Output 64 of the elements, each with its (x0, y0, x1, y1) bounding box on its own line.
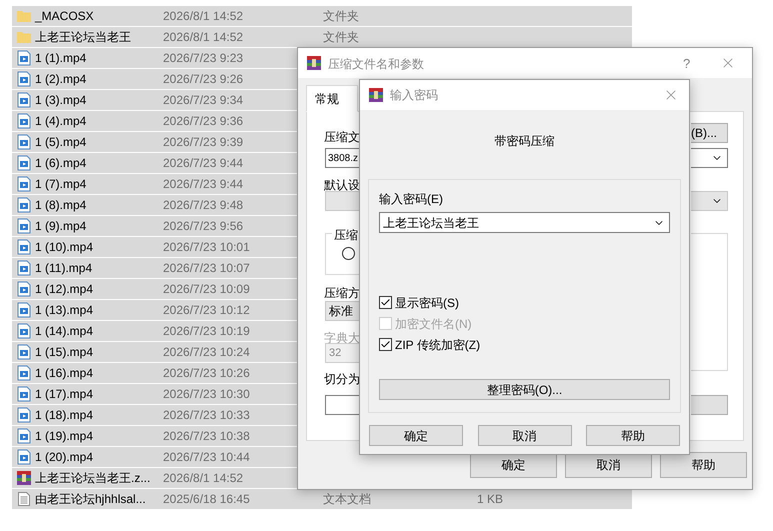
window-title: 压缩文件名和参数 (328, 56, 424, 73)
file-name: 1 (12).mp4 (35, 282, 94, 296)
file-name: _MACOSX (35, 9, 94, 23)
file-name: 1 (15).mp4 (35, 345, 94, 359)
file-date: 2026/7/23 9:44 (163, 156, 244, 170)
file-type: 文本文档 (323, 492, 371, 506)
password-value: 上老王论坛当老王 (383, 214, 480, 232)
field-label: 默认设 (324, 177, 360, 194)
file-date: 2026/7/23 9:48 (163, 198, 244, 212)
file-name: 1 (6).mp4 (35, 156, 86, 170)
file-date: 2026/7/23 10:38 (163, 429, 250, 443)
file-name: 1 (14).mp4 (35, 324, 94, 338)
file-date: 2026/7/23 10:19 (163, 324, 250, 338)
file-name: 1 (10).mp4 (35, 240, 94, 254)
file-name: 1 (7).mp4 (35, 177, 86, 191)
file-name: 1 (5).mp4 (35, 135, 86, 149)
file-name: 1 (9).mp4 (35, 219, 86, 233)
file-name: 1 (2).mp4 (35, 72, 86, 86)
file-type: 文件夹 (323, 9, 359, 23)
window-title: 输入密码 (390, 87, 438, 104)
file-name: 1 (18).mp4 (35, 408, 94, 422)
file-date: 2026/8/1 14:52 (163, 30, 244, 44)
file-name: 上老王论坛当老王 (35, 30, 131, 44)
field-label: 压缩方 (324, 285, 360, 302)
file-name: 1 (20).mp4 (35, 450, 94, 464)
file-date: 2026/7/23 9:26 (163, 72, 244, 86)
file-name: 1 (11).mp4 (35, 261, 92, 275)
file-name: 1 (1).mp4 (35, 51, 86, 65)
file-date: 2026/7/23 9:23 (163, 51, 244, 65)
file-name: 由老王论坛hjhhlsal... (35, 492, 146, 506)
file-date: 2025/6/18 16:45 (163, 492, 250, 506)
file-date: 2026/7/23 10:12 (163, 303, 250, 317)
file-name: 1 (17).mp4 (35, 387, 94, 401)
file-date: 2026/7/23 10:30 (163, 387, 250, 401)
file-date: 2026/8/1 14:52 (163, 471, 244, 485)
file-date: 2026/7/23 10:26 (163, 366, 250, 380)
file-date: 2026/7/23 9:34 (163, 93, 244, 107)
file-date: 2026/7/23 9:44 (163, 177, 244, 191)
field-label: 压缩文 (324, 129, 360, 146)
file-date: 2026/7/23 10:33 (163, 408, 250, 422)
field-label: 输入密码(E) (379, 191, 444, 208)
checkbox-label: ZIP 传统加密(Z) (395, 336, 480, 354)
file-date: 2026/7/23 10:09 (163, 282, 250, 296)
dialog-heading: 带密码压缩 (494, 133, 554, 150)
file-name: 1 (4).mp4 (35, 114, 86, 128)
file-name: 1 (16).mp4 (35, 366, 94, 380)
file-type: 文件夹 (323, 30, 359, 44)
file-name: 1 (3).mp4 (35, 93, 86, 107)
file-name: 1 (19).mp4 (35, 429, 94, 443)
file-date: 2026/7/23 9:56 (163, 219, 244, 233)
file-name: 1 (8).mp4 (35, 198, 86, 212)
file-date: 2026/7/23 9:39 (163, 135, 244, 149)
file-date: 2026/7/23 10:24 (163, 345, 250, 359)
file-size: 1 KB (476, 491, 503, 508)
file-date: 2026/7/23 10:44 (163, 450, 250, 464)
file-name: 1 (13).mp4 (35, 303, 94, 317)
checkbox-label: 加密文件名(N) (395, 316, 472, 332)
file-date: 2026/7/23 10:07 (163, 261, 250, 275)
file-date: 2026/7/23 9:36 (163, 114, 244, 128)
checkbox-label: 显示密码(S) (395, 294, 459, 312)
file-date: 2026/7/23 10:01 (163, 240, 250, 254)
field-label: 切分为 (324, 371, 360, 388)
file-name: 上老王论坛当老王.z... (35, 471, 150, 485)
file-date: 2026/8/1 14:52 (163, 9, 244, 23)
